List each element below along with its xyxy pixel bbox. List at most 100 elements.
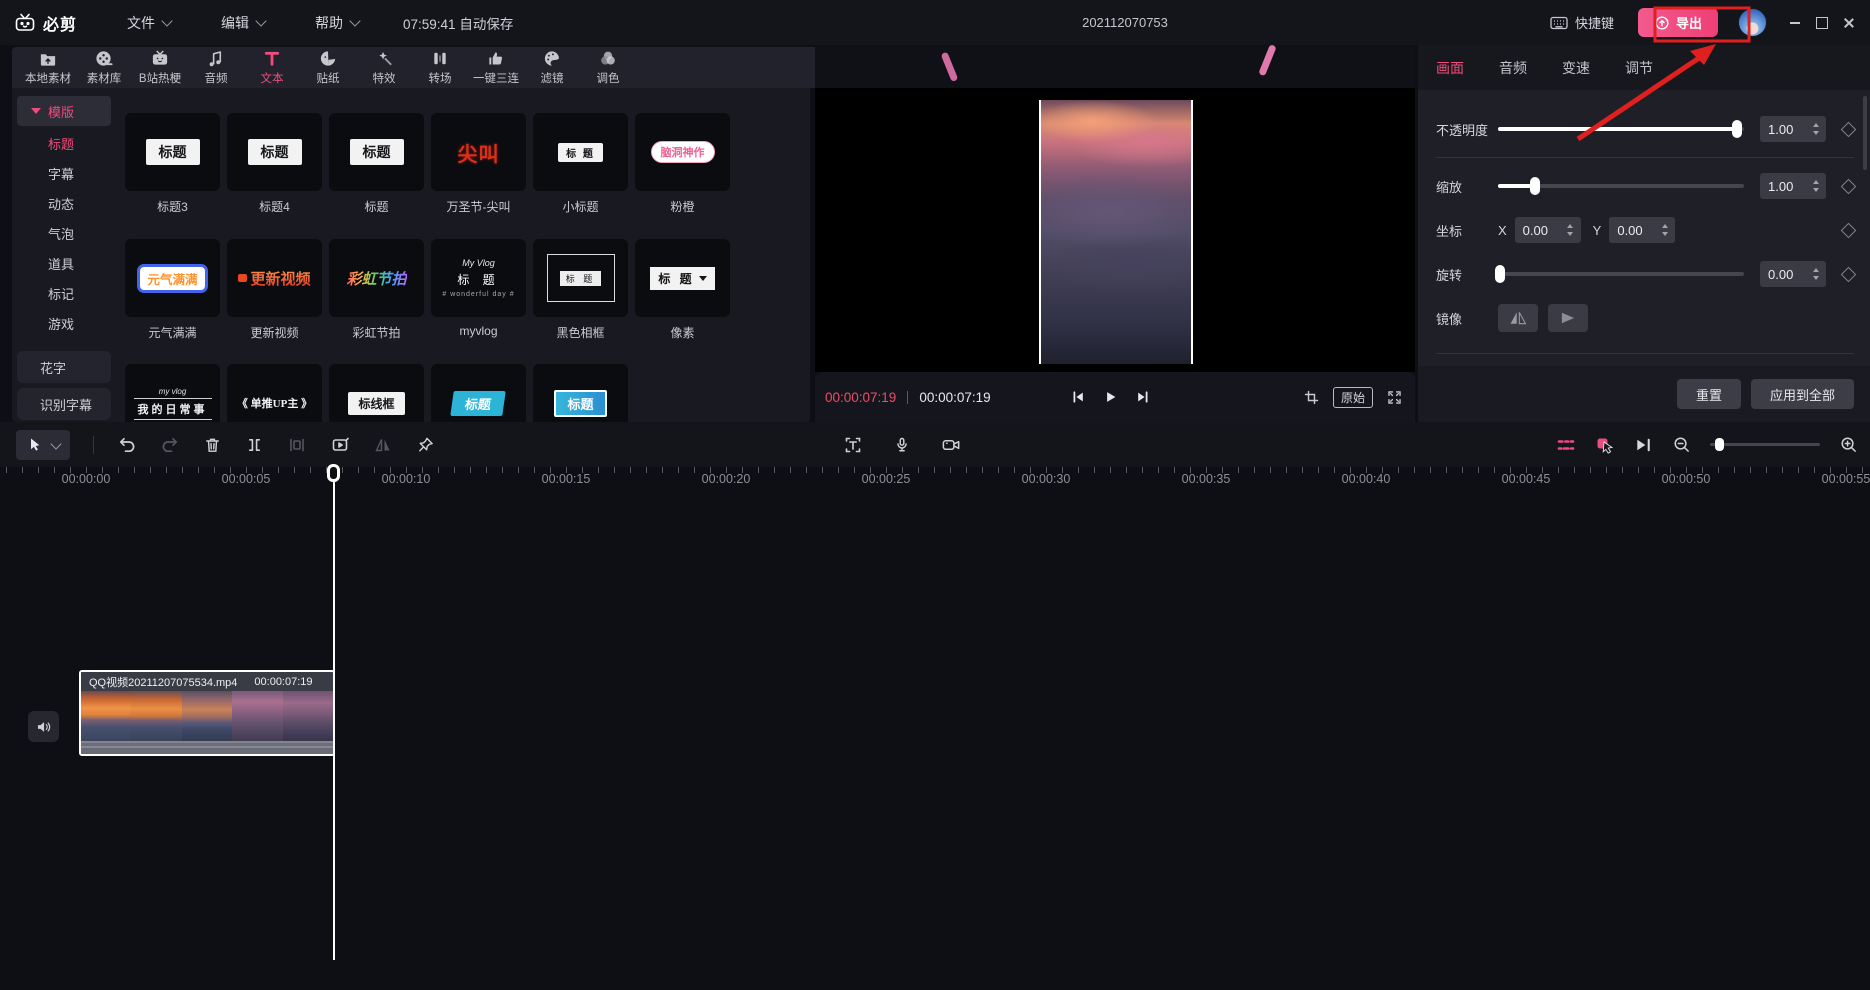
preview-video[interactable] [1040, 100, 1192, 364]
menu-file[interactable]: 文件 [127, 13, 171, 33]
aspect-ratio-button[interactable]: 原始 [1333, 387, 1373, 408]
minimize-button[interactable] [1781, 0, 1808, 45]
spinner-arrows-icon[interactable] [1808, 123, 1826, 135]
timeline-zoom-slider[interactable] [1710, 443, 1820, 446]
position-y-input[interactable]: 0.00 [1609, 217, 1675, 243]
tab-triple-like[interactable]: 一键三连 [468, 47, 524, 88]
playhead[interactable] [327, 464, 341, 964]
spinner-arrows-icon[interactable] [1657, 224, 1675, 236]
inspector-tab-adjust[interactable]: 调节 [1625, 58, 1653, 78]
video-clip[interactable]: QQ视频20211207075534.mp4 00:00:07:19 [79, 670, 335, 756]
template-card[interactable]: 标题 标题3 [125, 113, 220, 215]
template-card[interactable]: 《 单推UP主 》 [227, 364, 322, 422]
template-card[interactable]: 标题 标题4 [227, 113, 322, 215]
template-card[interactable]: 脑洞神作 粉橙 [635, 113, 730, 215]
avatar[interactable] [1738, 8, 1767, 37]
inspector-tab-picture[interactable]: 画面 [1436, 58, 1464, 78]
apply-to-all-button[interactable]: 应用到全部 [1751, 379, 1854, 409]
zoom-in-button[interactable] [1839, 435, 1858, 454]
spinner-arrows-icon[interactable] [1563, 224, 1581, 236]
inspector-scrollbar[interactable] [1863, 96, 1867, 170]
tab-audio[interactable]: 音频 [188, 47, 244, 88]
zoom-slider-handle[interactable] [1715, 438, 1724, 451]
pin-button[interactable] [416, 435, 435, 455]
sidebar-item-templates[interactable]: 模版 [17, 96, 111, 126]
rotation-slider-handle[interactable] [1495, 265, 1505, 283]
sidebar-item-titles[interactable]: 标题 [12, 128, 116, 158]
scale-slider[interactable] [1498, 184, 1744, 188]
sidebar-item-dynamic[interactable]: 动态 [12, 188, 116, 218]
reset-button[interactable]: 重置 [1677, 379, 1741, 409]
track-mute-button[interactable] [28, 711, 59, 742]
tab-color-grading[interactable]: 调色 [580, 47, 636, 88]
export-button[interactable]: 导出 [1638, 8, 1718, 37]
spinner-arrows-icon[interactable] [1808, 268, 1826, 280]
crop-icon[interactable] [1303, 389, 1320, 406]
scale-value-input[interactable]: 1.00 [1760, 173, 1826, 199]
delete-button[interactable] [203, 435, 222, 455]
template-card[interactable]: 更新视频 更新视频 [227, 239, 322, 341]
tab-text[interactable]: 文本 [244, 47, 300, 88]
mirror-flip-button[interactable] [373, 435, 393, 455]
scale-slider-handle[interactable] [1530, 177, 1540, 195]
menu-edit[interactable]: 编辑 [221, 13, 265, 33]
text-recognition-button[interactable] [843, 435, 863, 455]
template-card[interactable]: 标 题 黑色相框 [533, 239, 628, 341]
video-right-handle[interactable] [1191, 100, 1193, 364]
sidebar-item-games[interactable]: 游戏 [12, 308, 116, 338]
position-x-input[interactable]: 0.00 [1515, 217, 1581, 243]
tab-library[interactable]: 素材库 [76, 47, 132, 88]
template-card[interactable]: my vlog 我的日常事 [125, 364, 220, 422]
previous-frame-button[interactable] [1070, 389, 1086, 405]
spinner-arrows-icon[interactable] [1808, 180, 1826, 192]
microphone-button[interactable] [893, 435, 911, 455]
sidebar-item-fancy-text[interactable]: 花字 [17, 351, 111, 383]
tab-filters[interactable]: 滤镜 [524, 47, 580, 88]
timeline-tracks[interactable]: QQ视频20211207075534.mp4 00:00:07:19 [0, 489, 1870, 990]
maximize-button[interactable] [1808, 0, 1835, 45]
shortcut-button[interactable]: 快捷键 [1550, 13, 1614, 32]
undo-button[interactable] [117, 435, 137, 455]
select-range-button[interactable] [287, 435, 307, 455]
video-left-handle[interactable] [1039, 100, 1041, 364]
keyframe-diamond-icon[interactable] [1841, 266, 1857, 282]
zoom-out-button[interactable] [1672, 435, 1691, 454]
template-card[interactable]: 标 题 像素 [635, 239, 730, 341]
template-card[interactable]: 标题 [431, 364, 526, 422]
rotation-slider[interactable] [1498, 272, 1744, 276]
preview-follow-toggle-icon[interactable] [1595, 436, 1615, 454]
rotation-value-input[interactable]: 0.00 [1760, 261, 1826, 287]
select-tool-dropdown[interactable] [16, 430, 70, 460]
opacity-value-input[interactable]: 1.00 [1760, 116, 1826, 142]
preview-canvas[interactable] [815, 88, 1415, 372]
replace-clip-button[interactable] [330, 435, 350, 455]
redo-button[interactable] [160, 435, 180, 455]
sidebar-item-props[interactable]: 道具 [12, 248, 116, 278]
tab-local-media[interactable]: 本地素材 [20, 47, 76, 88]
snap-toggle-icon[interactable] [1556, 436, 1576, 454]
menu-help[interactable]: 帮助 [315, 13, 359, 33]
template-card[interactable]: 标题 标题 [329, 113, 424, 215]
sidebar-item-auto-captions[interactable]: 识别字幕 [17, 388, 111, 420]
opacity-slider-handle[interactable] [1732, 120, 1742, 138]
mirror-horizontal-button[interactable] [1498, 304, 1538, 332]
keyframe-diamond-icon[interactable] [1841, 121, 1857, 137]
tab-transitions[interactable]: 转场 [412, 47, 468, 88]
record-camera-button[interactable] [941, 435, 962, 455]
close-button[interactable] [1835, 0, 1862, 45]
template-card[interactable]: 元气满满 元气满满 [125, 239, 220, 341]
fullscreen-icon[interactable] [1386, 389, 1403, 406]
keyframe-diamond-icon[interactable] [1841, 222, 1857, 238]
tab-effects[interactable]: 特效 [356, 47, 412, 88]
template-card[interactable]: 彩虹节拍 彩虹节拍 [329, 239, 424, 341]
template-card[interactable]: 标 题 小标题 [533, 113, 628, 215]
template-card[interactable]: 尖叫 万圣节-尖叫 [431, 113, 526, 215]
tab-stickers[interactable]: 贴纸 [300, 47, 356, 88]
template-card[interactable]: My Vlog 标 题 # wonderful day # myvlog [431, 239, 526, 341]
next-frame-button[interactable] [1135, 389, 1151, 405]
sidebar-item-markers[interactable]: 标记 [12, 278, 116, 308]
inspector-tab-speed[interactable]: 变速 [1562, 58, 1590, 78]
sidebar-item-bubbles[interactable]: 气泡 [12, 218, 116, 248]
mirror-vertical-button[interactable] [1548, 304, 1588, 332]
playhead-handle[interactable] [327, 464, 340, 482]
